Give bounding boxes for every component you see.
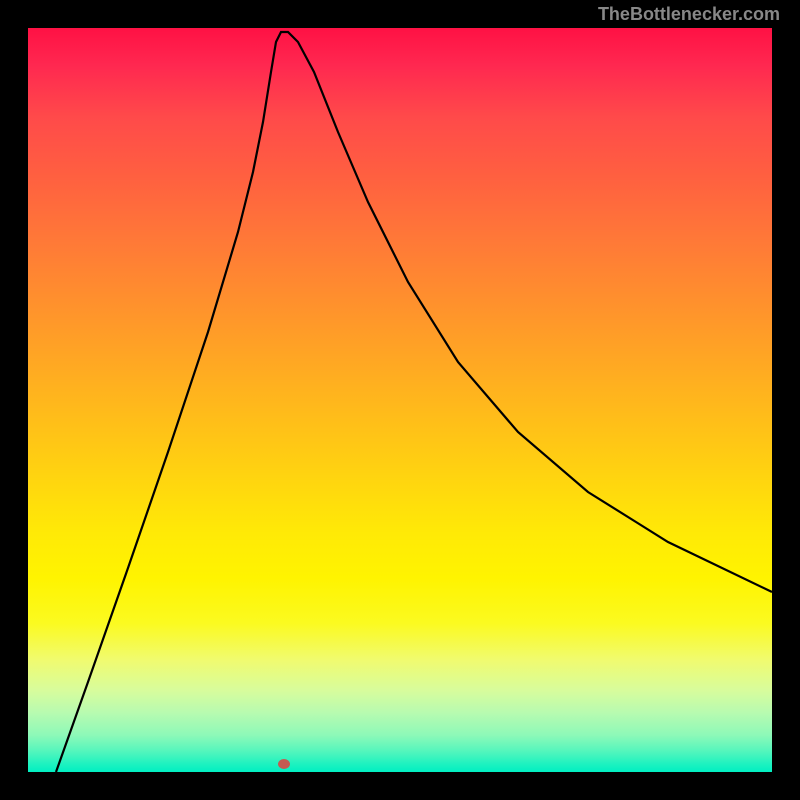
minimum-marker	[278, 759, 290, 769]
plot-area	[28, 28, 772, 772]
watermark-text: TheBottlenecker.com	[598, 4, 780, 25]
bottleneck-curve	[28, 28, 772, 772]
